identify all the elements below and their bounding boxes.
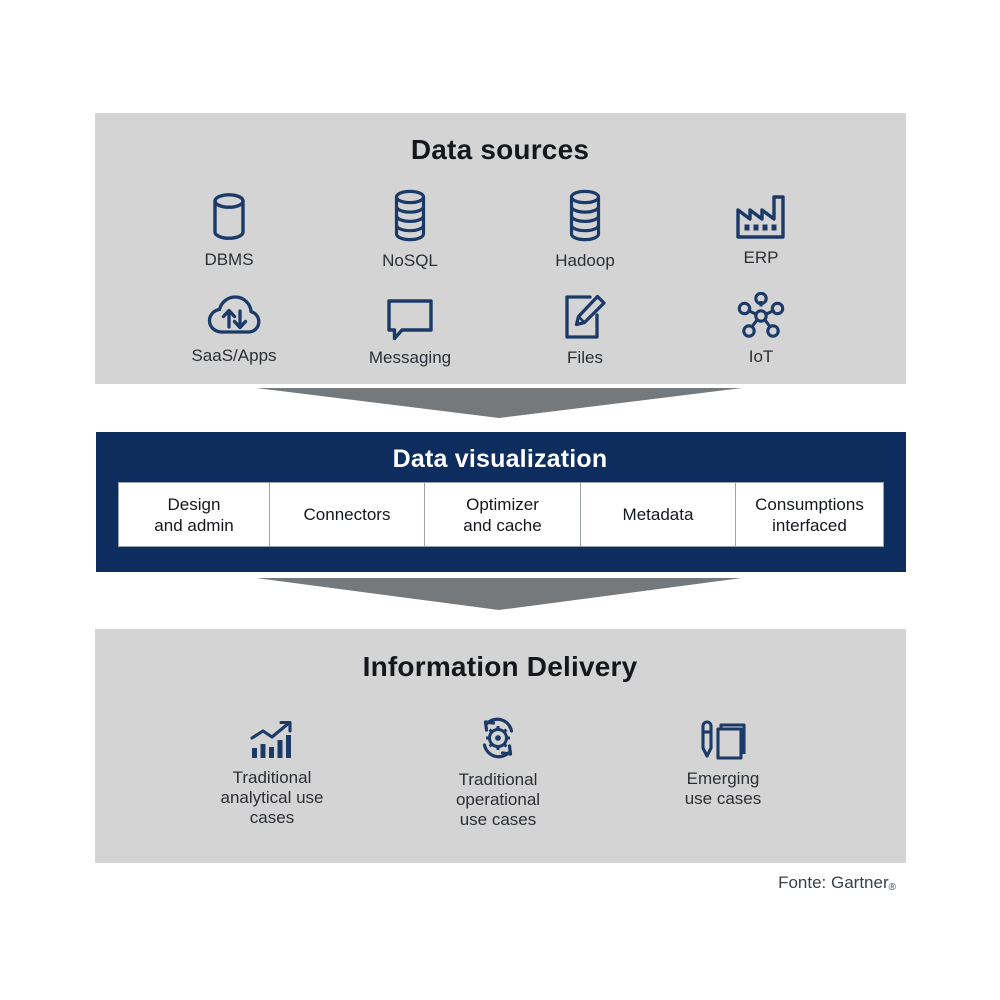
- capability-cell-design-and-admin[interactable]: Design and admin: [118, 482, 270, 547]
- source-label: Fonte: Gartner: [778, 873, 889, 892]
- data-source-item-nosql[interactable]: NoSQL: [349, 188, 471, 271]
- data-source-label: ERP: [743, 248, 779, 267]
- data-source-label: DBMS: [204, 250, 254, 269]
- registered-trademark-mark: ®: [888, 882, 896, 893]
- data-source-item-dbms[interactable]: DBMS: [168, 191, 290, 270]
- delivery-item-traditional-analytical[interactable]: Traditional analytical use cases: [200, 719, 344, 828]
- data-source-label: SaaS/Apps: [191, 346, 277, 365]
- bar-chart-trend-icon: [249, 719, 295, 761]
- capability-row: Design and admin Connectors Optimizer an…: [118, 482, 884, 547]
- pen-pages-icon: [697, 718, 749, 762]
- capability-label: Optimizer and cache: [463, 494, 542, 535]
- capability-cell-optimizer-and-cache[interactable]: Optimizer and cache: [424, 482, 581, 547]
- network-hub-icon: [736, 291, 786, 340]
- data-source-label: Files: [567, 348, 603, 367]
- capability-label: Consumptions interfaced: [755, 494, 864, 535]
- data-source-item-iot[interactable]: IoT: [700, 291, 822, 367]
- delivery-label: Emerging use cases: [684, 769, 762, 808]
- factory-icon: [734, 193, 788, 241]
- source-note: Fonte: Gartner®: [500, 873, 896, 893]
- information-delivery-title: Information Delivery: [362, 651, 638, 682]
- data-source-item-files[interactable]: Files: [524, 293, 646, 368]
- data-source-label: Hadoop: [555, 251, 615, 270]
- capability-label: Connectors: [303, 505, 391, 524]
- delivery-label: Traditional operational use cases: [455, 770, 541, 829]
- stacked-database-icon: [563, 188, 607, 244]
- document-pencil-icon: [562, 293, 608, 341]
- capability-cell-connectors[interactable]: Connectors: [269, 482, 425, 547]
- gear-refresh-icon: [472, 713, 524, 763]
- stacked-database-icon: [388, 188, 432, 244]
- diagram-canvas: Data sources DBMS NoSQL Hadoop ERP SaaS/…: [0, 0, 1000, 1000]
- capability-label: Metadata: [622, 505, 694, 524]
- data-visualization-title: Data visualization: [392, 445, 608, 473]
- database-cylinder-icon: [206, 191, 252, 243]
- data-source-label: NoSQL: [382, 251, 438, 270]
- speech-bubble-icon: [385, 297, 435, 341]
- flow-arrow-down-bottom: [256, 578, 742, 610]
- capability-label: Design and admin: [154, 494, 234, 535]
- capability-cell-consumptions-interfaced[interactable]: Consumptions interfaced: [735, 482, 884, 547]
- cloud-sync-icon: [206, 293, 262, 339]
- capability-cell-metadata[interactable]: Metadata: [580, 482, 736, 547]
- delivery-item-emerging[interactable]: Emerging use cases: [660, 718, 786, 809]
- data-source-item-erp[interactable]: ERP: [700, 193, 822, 268]
- data-source-label: IoT: [748, 347, 774, 366]
- data-source-item-saas-apps[interactable]: SaaS/Apps: [171, 293, 297, 366]
- data-source-item-hadoop[interactable]: Hadoop: [524, 188, 646, 271]
- data-sources-title: Data sources: [410, 134, 590, 165]
- delivery-label: Traditional analytical use cases: [220, 768, 324, 827]
- delivery-item-traditional-operational[interactable]: Traditional operational use cases: [430, 713, 566, 830]
- flow-arrow-down-top: [256, 388, 742, 418]
- data-source-label: Messaging: [368, 348, 452, 367]
- data-source-item-messaging[interactable]: Messaging: [348, 297, 472, 368]
